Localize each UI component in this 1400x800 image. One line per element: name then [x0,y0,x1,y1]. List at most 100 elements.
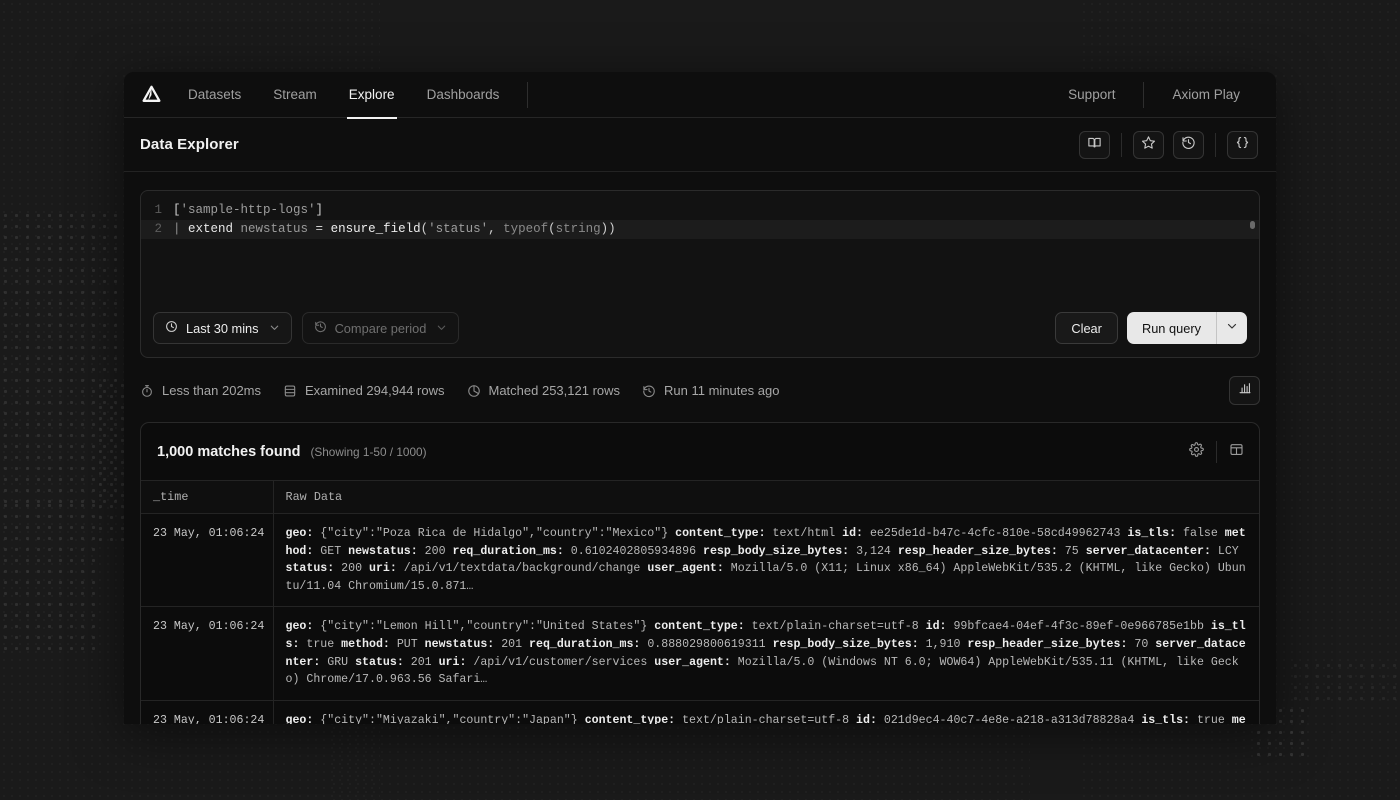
field-value: ee25de1d-b47c-4cfc-810e-58cd49962743 [863,527,1127,540]
cell-raw-data: geo: {"city":"Poza Rica de Hidalgo","cou… [273,514,1259,607]
field-value: 99bfcae4-04ef-4f3c-89ef-0e966785e1bb [947,620,1211,633]
table-row[interactable]: 23 May, 01:06:24 geo: {"city":"Lemon Hil… [141,607,1259,700]
primary-nav: Datasets Stream Explore Dashboards [174,72,538,118]
query-editor-card: 1 ['sample-http-logs'] 2 | extend newsta… [140,190,1260,358]
nav-item-explore[interactable]: Explore [335,72,409,118]
field-key: resp_body_size_bytes: [703,545,849,558]
docs-button[interactable] [1079,131,1110,159]
field-key: status: [286,562,335,575]
field-value: true [1190,714,1232,724]
field-value: GRU [320,656,355,669]
column-header-time[interactable]: _time [141,481,273,514]
table-row[interactable]: 23 May, 01:06:24 geo: {"city":"Miyazaki"… [141,700,1259,724]
chevron-down-icon [436,321,447,336]
field-value: text/plain-charset=utf-8 [675,714,856,724]
starred-button[interactable] [1133,131,1164,159]
results-layout-button[interactable] [1229,442,1244,462]
code-text: ['sample-http-logs'] [173,201,323,220]
gear-icon [1189,442,1204,462]
field-value: 021d9ec4-40c7-4e8e-a218-a313d78828a4 [877,714,1141,724]
field-value: 75 [1058,545,1086,558]
stat-label: Less than 202ms [162,383,261,398]
bar-chart-icon [1238,381,1252,400]
history-icon [314,320,327,336]
field-value: 1,910 [919,638,968,651]
nav-divider [527,82,528,108]
json-view-button[interactable] [1227,131,1258,159]
field-key: user_agent: [647,562,724,575]
field-key: id: [926,620,947,633]
field-key: newstatus: [348,545,418,558]
editor-scrollbar-thumb[interactable] [1250,221,1255,229]
cell-time: 23 May, 01:06:24 [141,514,273,607]
field-key: status: [355,656,404,669]
query-toolbar: Last 30 mins Compare period [141,299,1259,357]
results-settings-button[interactable] [1189,442,1204,462]
stat-label: Matched 253,121 rows [489,383,621,398]
field-key: method: [341,638,390,651]
nav-label: Axiom Play [1172,87,1240,102]
background-dot-block [1290,660,1400,706]
field-value: 201 [404,656,439,669]
results-header: 1,000 matches found (Showing 1-50 / 1000… [141,423,1259,480]
field-value: {"city":"Poza Rica de Hidalgo","country"… [313,527,675,540]
field-value: 200 [418,545,453,558]
top-navigation-bar: Datasets Stream Explore Dashboards Suppo… [124,72,1276,118]
field-value: 0.888029800619311 [640,638,772,651]
history-icon [1181,135,1196,155]
run-query-group: Run query [1127,312,1247,344]
nav-item-axiom-play[interactable]: Axiom Play [1154,72,1258,118]
header-divider [1215,133,1216,157]
raw-fields: geo: {"city":"Poza Rica de Hidalgo","cou… [286,527,1246,593]
cell-raw-data: geo: {"city":"Miyazaki","country":"Japan… [273,700,1259,724]
compare-period-selector[interactable]: Compare period [302,312,460,344]
app-window: Datasets Stream Explore Dashboards Suppo… [124,72,1276,724]
stat-label: Examined 294,944 rows [305,383,444,398]
nav-divider [1143,82,1144,108]
table-row[interactable]: 23 May, 01:06:24 geo: {"city":"Poza Rica… [141,514,1259,607]
field-key: server_datacenter: [1086,545,1211,558]
nav-item-datasets[interactable]: Datasets [174,72,255,118]
field-value: GET [313,545,348,558]
field-key: resp_header_size_bytes: [967,638,1127,651]
run-query-dropdown-button[interactable] [1216,312,1247,344]
field-key: content_type: [585,714,675,724]
results-divider [1216,441,1217,463]
field-value: true [299,638,341,651]
star-icon [1141,135,1156,155]
time-range-selector[interactable]: Last 30 mins [153,312,292,344]
compare-period-label: Compare period [335,321,427,336]
field-value: 0.6102402805934896 [564,545,703,558]
field-key: content_type: [654,620,744,633]
query-actions: Clear Run query [1055,312,1247,344]
query-code-editor[interactable]: 1 ['sample-http-logs'] 2 | extend newsta… [141,191,1259,299]
results-table-body: 23 May, 01:06:24 geo: {"city":"Poza Rica… [141,514,1259,725]
editor-scrollbar[interactable] [1250,191,1255,299]
nav-label: Dashboards [427,87,500,102]
nav-item-support[interactable]: Support [1050,72,1133,118]
nav-label: Explore [349,87,395,102]
code-line: 2 | extend newstatus = ensure_field('sta… [141,220,1259,239]
nav-label: Stream [273,87,317,102]
axiom-logo-icon[interactable] [138,82,164,108]
field-key: is_tls: [1141,714,1190,724]
visualize-button[interactable] [1229,376,1260,405]
stats-right-actions [1229,376,1260,405]
field-key: content_type: [675,527,765,540]
field-key: is_tls: [1127,527,1176,540]
nav-item-dashboards[interactable]: Dashboards [413,72,514,118]
table-header-row: _time Raw Data [141,481,1259,514]
nav-item-stream[interactable]: Stream [259,72,331,118]
clear-button[interactable]: Clear [1055,312,1118,344]
stat-matched-rows: Matched 253,121 rows [467,383,621,398]
field-value: {"city":"Lemon Hill","country":"United S… [313,620,654,633]
field-key: uri: [439,656,467,669]
braces-icon [1235,135,1250,155]
run-query-button[interactable]: Run query [1127,312,1216,344]
results-panel: 1,000 matches found (Showing 1-50 / 1000… [140,422,1260,724]
field-value: 200 [334,562,369,575]
query-history-button[interactable] [1173,131,1204,159]
raw-fields: geo: {"city":"Miyazaki","country":"Japan… [286,714,1246,724]
column-header-raw-data[interactable]: Raw Data [273,481,1259,514]
history-icon [642,384,656,398]
